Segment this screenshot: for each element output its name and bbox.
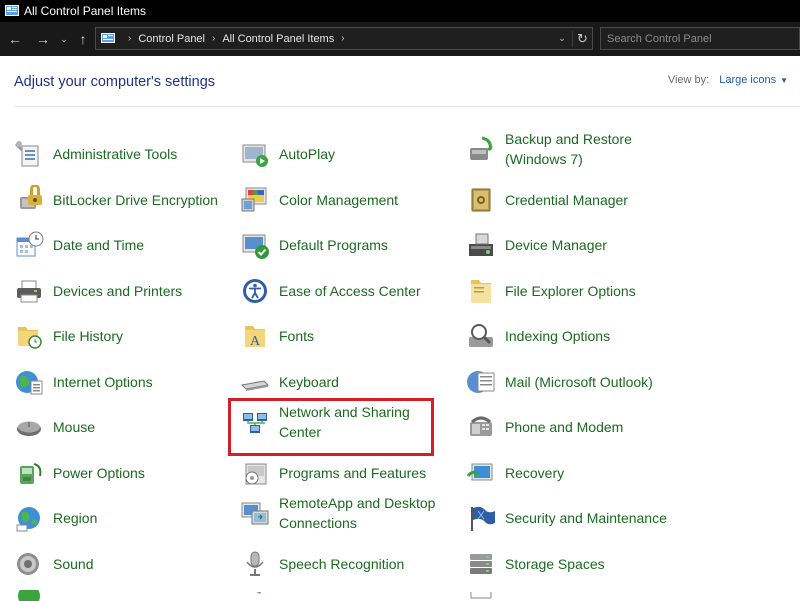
color-management-icon: [240, 185, 270, 215]
item-remoteapp[interactable]: RemoteApp and Desktop Connections: [240, 493, 449, 533]
item-label: Indexing Options: [505, 328, 611, 344]
item-region[interactable]: Region: [14, 503, 97, 533]
highlight-box: [228, 398, 434, 456]
indexing-options-icon: [466, 321, 496, 351]
backup-restore-icon: [466, 134, 496, 164]
item-recovery[interactable]: Recovery: [466, 458, 564, 488]
partial-icon: [14, 590, 44, 601]
items-grid: Administrative Tools BitLocker Drive Enc…: [0, 0, 800, 601]
item-storage-spaces[interactable]: Storage Spaces: [466, 549, 605, 579]
item-device-manager[interactable]: Device Manager: [466, 230, 607, 260]
ease-of-access-icon: [240, 276, 270, 306]
item-label: Credential Manager: [505, 192, 628, 208]
recovery-icon: [466, 458, 496, 488]
item-file-history[interactable]: File History: [14, 321, 123, 351]
programs-features-icon: [240, 458, 270, 488]
item-date-and-time[interactable]: Date and Time: [14, 230, 144, 260]
security-flag-icon: [466, 503, 496, 533]
item-label: Power Options: [53, 465, 145, 481]
partial-icon: [466, 592, 496, 601]
item-keyboard[interactable]: Keyboard: [240, 367, 339, 397]
internet-options-icon: [14, 367, 44, 397]
storage-spaces-icon: [466, 549, 496, 579]
item-speech-recognition[interactable]: Speech Recognition: [240, 549, 404, 579]
item-color-management[interactable]: Color Management: [240, 185, 398, 215]
item-label: Security and Maintenance: [505, 510, 667, 526]
item-label: Programs and Features: [279, 465, 427, 481]
region-icon: [14, 503, 44, 533]
item-label: Backup and Restore (Windows 7): [505, 131, 632, 167]
item-mouse[interactable]: Mouse: [14, 412, 95, 442]
item-credential-manager[interactable]: Credential Manager: [466, 185, 628, 215]
bitlocker-icon: [14, 185, 44, 215]
mouse-icon: [14, 412, 44, 442]
credential-manager-icon: [466, 185, 496, 215]
svg-text:A: A: [250, 334, 261, 349]
mail-icon: [466, 367, 496, 397]
device-manager-icon: [466, 230, 496, 260]
partial-icon: [240, 592, 270, 601]
item-autoplay[interactable]: AutoPlay: [240, 139, 335, 169]
item-label: Mouse: [53, 419, 96, 435]
item-label: Devices and Printers: [53, 283, 183, 299]
item-fonts[interactable]: A Fonts: [240, 321, 314, 351]
item-label: Recovery: [505, 465, 565, 481]
item-label: Device Manager: [505, 237, 607, 253]
item-label: Phone and Modem: [505, 419, 624, 435]
item-devices-and-printers[interactable]: Devices and Printers: [14, 276, 182, 306]
item-backup-and-restore[interactable]: Backup and Restore (Windows 7): [466, 129, 675, 169]
printer-icon: [14, 276, 44, 306]
item-label: Default Programs: [279, 237, 388, 253]
item-sound[interactable]: Sound: [14, 549, 93, 579]
item-label: Ease of Access Center: [279, 283, 421, 299]
item-label: Fonts: [279, 328, 315, 344]
item-label: Color Management: [279, 192, 399, 208]
item-label: Mail (Microsoft Outlook): [505, 374, 653, 390]
item-label: Keyboard: [279, 374, 339, 390]
item-default-programs[interactable]: Default Programs: [240, 230, 388, 260]
keyboard-icon: [240, 367, 270, 397]
sound-icon: [14, 549, 44, 579]
item-phone-and-modem[interactable]: Phone and Modem: [466, 412, 623, 442]
item-label: Sound: [53, 556, 94, 572]
item-bitlocker[interactable]: BitLocker Drive Encryption: [14, 185, 218, 215]
item-label: AutoPlay: [279, 146, 336, 162]
microphone-icon: [240, 549, 270, 579]
item-file-explorer-options[interactable]: File Explorer Options: [466, 276, 636, 306]
phone-modem-icon: [466, 412, 496, 442]
item-label: File Explorer Options: [505, 283, 636, 299]
file-history-icon: [14, 321, 44, 351]
autoplay-icon: [240, 139, 270, 169]
admin-tools-icon: [14, 139, 44, 169]
item-label: Date and Time: [53, 237, 145, 253]
item-label: Speech Recognition: [279, 556, 405, 572]
item-power-options[interactable]: Power Options: [14, 458, 145, 488]
folder-options-icon: [466, 276, 496, 306]
item-label: BitLocker Drive Encryption: [53, 192, 218, 208]
item-mail[interactable]: Mail (Microsoft Outlook): [466, 367, 653, 397]
item-label: Administrative Tools: [53, 146, 178, 162]
power-options-icon: [14, 458, 44, 488]
item-programs-and-features[interactable]: Programs and Features: [240, 458, 426, 488]
item-label: File History: [53, 328, 124, 344]
item-indexing-options[interactable]: Indexing Options: [466, 321, 610, 351]
remoteapp-icon: [240, 498, 270, 528]
date-time-icon: [14, 230, 44, 260]
item-internet-options[interactable]: Internet Options: [14, 367, 153, 397]
default-programs-icon: [240, 230, 270, 260]
item-partial-row: [14, 590, 44, 601]
fonts-icon: A: [240, 321, 270, 351]
item-label: Storage Spaces: [505, 556, 605, 572]
item-label: Internet Options: [53, 374, 153, 390]
item-label: Region: [53, 510, 98, 526]
item-administrative-tools[interactable]: Administrative Tools: [14, 139, 177, 169]
item-partial-row: [466, 592, 496, 601]
item-security-and-maintenance[interactable]: Security and Maintenance: [466, 503, 667, 533]
item-partial-row: [240, 592, 270, 601]
item-label: RemoteApp and Desktop Connections: [279, 495, 436, 531]
item-ease-of-access[interactable]: Ease of Access Center: [240, 276, 421, 306]
